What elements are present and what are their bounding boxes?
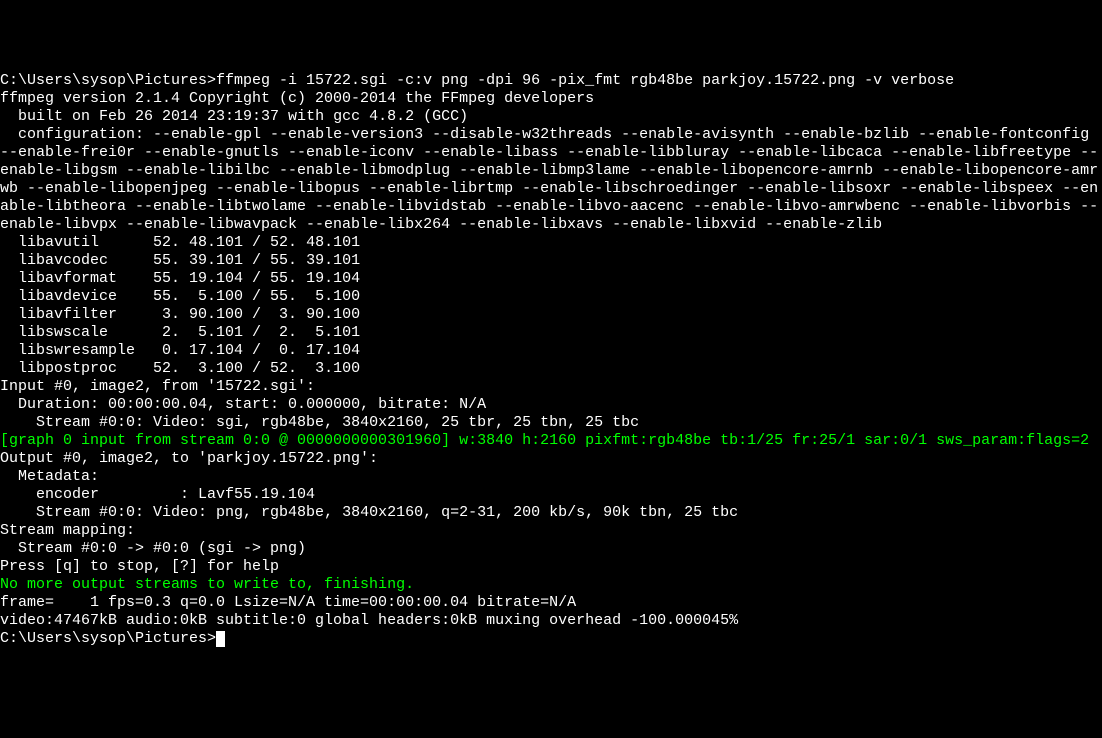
terminal-line: built on Feb 26 2014 23:19:37 with gcc 4… xyxy=(0,108,1102,126)
terminal-line: libavdevice 55. 5.100 / 55. 5.100 xyxy=(0,288,1102,306)
terminal-line: Output #0, image2, to 'parkjoy.15722.png… xyxy=(0,450,1102,468)
terminal-line: video:47467kB audio:0kB subtitle:0 globa… xyxy=(0,612,1102,630)
cursor xyxy=(216,631,225,647)
terminal-line: Duration: 00:00:00.04, start: 0.000000, … xyxy=(0,396,1102,414)
terminal-line: Stream #0:0: Video: png, rgb48be, 3840x2… xyxy=(0,504,1102,522)
terminal-line: Stream #0:0: Video: sgi, rgb48be, 3840x2… xyxy=(0,414,1102,432)
terminal-line: frame= 1 fps=0.3 q=0.0 Lsize=N/A time=00… xyxy=(0,594,1102,612)
terminal-line: libavcodec 55. 39.101 / 55. 39.101 xyxy=(0,252,1102,270)
terminal-line: libavformat 55. 19.104 / 55. 19.104 xyxy=(0,270,1102,288)
terminal-line: encoder : Lavf55.19.104 xyxy=(0,486,1102,504)
terminal-line: C:\Users\sysop\Pictures>ffmpeg -i 15722.… xyxy=(0,72,1102,90)
terminal-output[interactable]: C:\Users\sysop\Pictures>ffmpeg -i 15722.… xyxy=(0,72,1102,648)
terminal-line: ffmpeg version 2.1.4 Copyright (c) 2000-… xyxy=(0,90,1102,108)
terminal-line: configuration: --enable-gpl --enable-ver… xyxy=(0,126,1102,234)
terminal-line: Press [q] to stop, [?] for help xyxy=(0,558,1102,576)
terminal-line: Stream mapping: xyxy=(0,522,1102,540)
terminal-line: libavutil 52. 48.101 / 52. 48.101 xyxy=(0,234,1102,252)
terminal-line: libswscale 2. 5.101 / 2. 5.101 xyxy=(0,324,1102,342)
terminal-line: libavfilter 3. 90.100 / 3. 90.100 xyxy=(0,306,1102,324)
terminal-line: Stream #0:0 -> #0:0 (sgi -> png) xyxy=(0,540,1102,558)
terminal-line: [graph 0 input from stream 0:0 @ 0000000… xyxy=(0,432,1102,450)
terminal-line: Input #0, image2, from '15722.sgi': xyxy=(0,378,1102,396)
terminal-line: libswresample 0. 17.104 / 0. 17.104 xyxy=(0,342,1102,360)
terminal-line: C:\Users\sysop\Pictures> xyxy=(0,630,1102,648)
terminal-line: Metadata: xyxy=(0,468,1102,486)
terminal-line: libpostproc 52. 3.100 / 52. 3.100 xyxy=(0,360,1102,378)
terminal-line: No more output streams to write to, fini… xyxy=(0,576,1102,594)
